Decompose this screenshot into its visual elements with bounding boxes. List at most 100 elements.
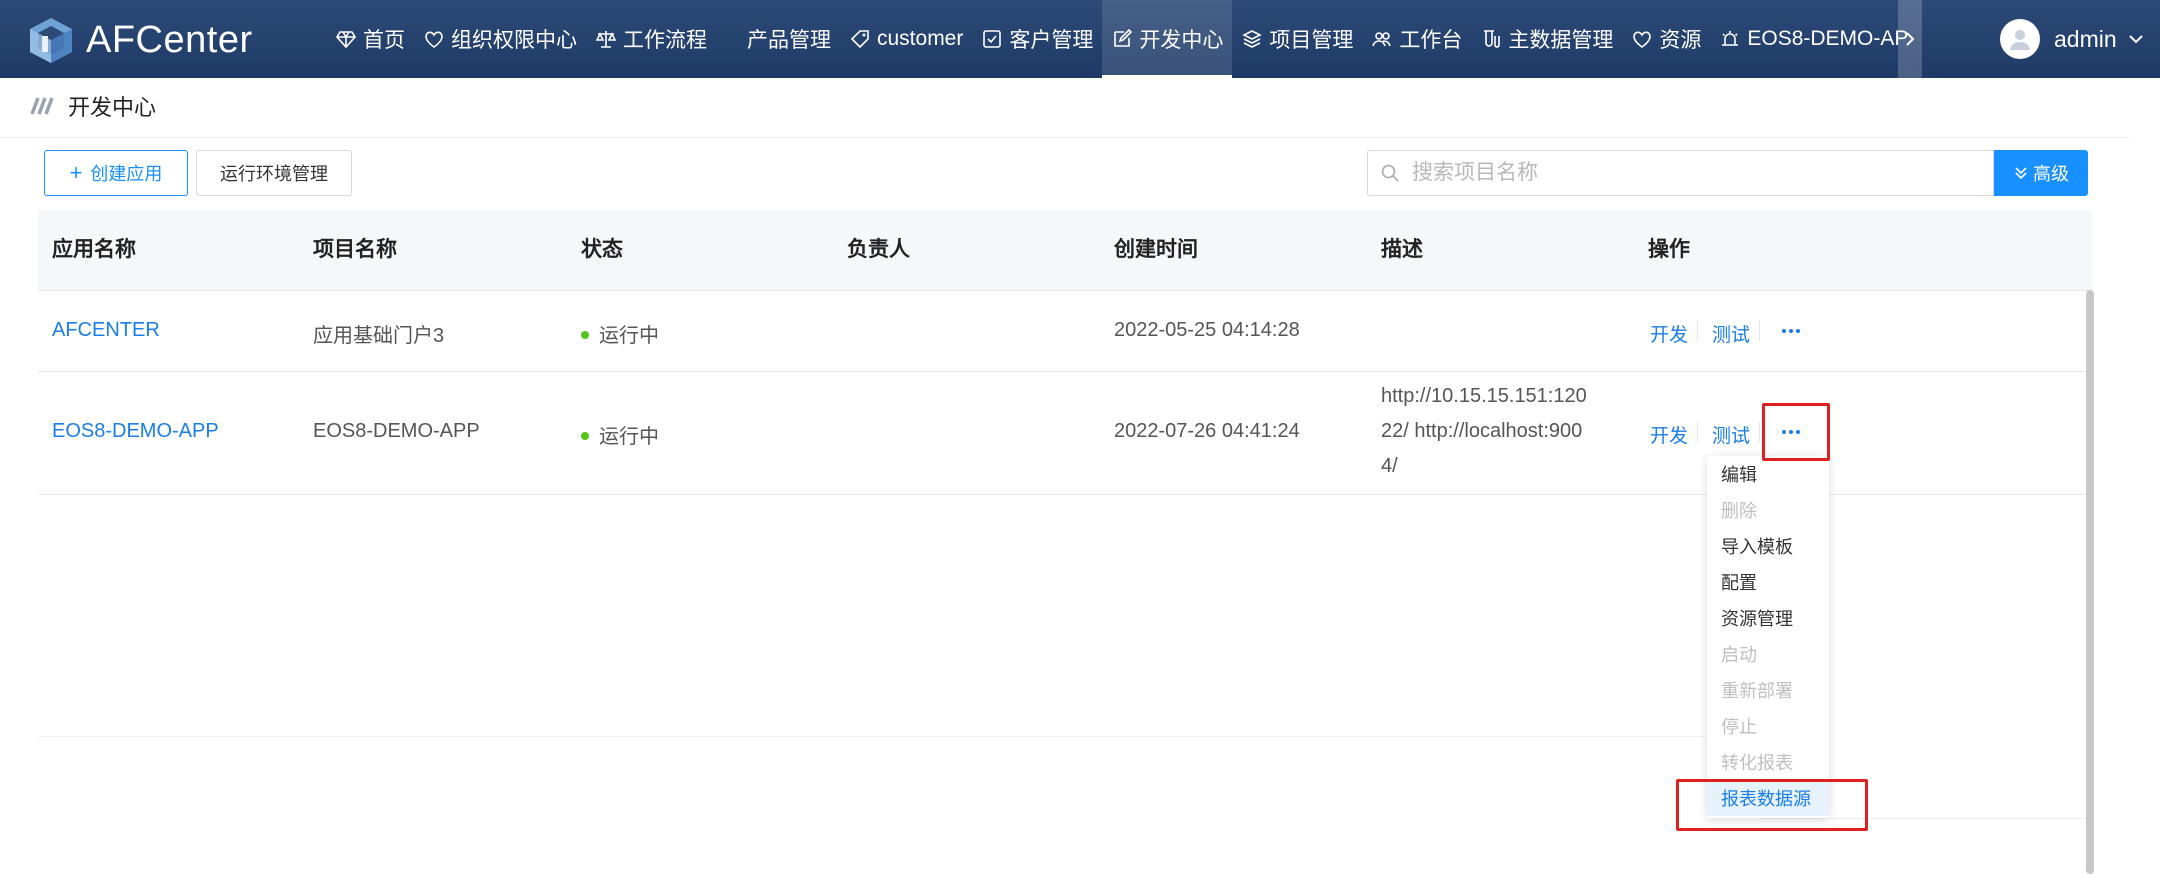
nav-label: 客户管理 bbox=[1009, 29, 1094, 52]
description-line: 22/ http://localhost:900 bbox=[1381, 420, 1583, 442]
nav-item-org-permission[interactable]: 组织权限中心 bbox=[414, 0, 586, 78]
menu-item-edit[interactable]: 编辑 bbox=[1707, 458, 1829, 492]
test-link[interactable]: 测试 bbox=[1712, 320, 1750, 347]
menu-item-start: 启动 bbox=[1721, 645, 1757, 665]
status-text: 运行中 bbox=[599, 426, 659, 448]
app-logo-text: AFCenter bbox=[86, 18, 253, 61]
chevron-down-icon bbox=[2128, 35, 2143, 44]
avatar bbox=[2000, 19, 2040, 59]
created-time: 2022-05-25 04:14:28 bbox=[1114, 319, 1300, 341]
column-header-description[interactable]: 描述 bbox=[1381, 210, 1423, 290]
heart-icon bbox=[423, 28, 445, 50]
menu-item-import-template[interactable]: 导入模板 bbox=[1707, 530, 1829, 564]
plus-icon: + bbox=[69, 160, 83, 185]
nav-label: customer bbox=[877, 27, 964, 50]
chevron-right-icon bbox=[1906, 32, 1915, 46]
divider bbox=[1697, 321, 1698, 341]
develop-link[interactable]: 开发 bbox=[1650, 421, 1688, 448]
column-header-actions: 操作 bbox=[1648, 238, 1690, 261]
nav-item-project-mgmt[interactable]: 项目管理 bbox=[1232, 0, 1362, 78]
column-header-project-name[interactable]: 项目名称 bbox=[313, 210, 397, 290]
alert-icon bbox=[1719, 28, 1741, 50]
project-name: 应用基础门户3 bbox=[313, 325, 445, 347]
nav-item-workflow[interactable]: 工作流程 bbox=[586, 0, 716, 78]
layers-icon bbox=[1241, 28, 1263, 50]
page-title: 开发中心 bbox=[68, 95, 157, 120]
divider bbox=[1759, 422, 1760, 442]
nav-label: 工作台 bbox=[1399, 29, 1463, 52]
slash-bars-icon bbox=[30, 97, 54, 115]
more-actions-dropdown: 编辑 删除 导入模板 配置 资源管理 启动 重新部署 停止 转化报表 报表数据源 bbox=[1707, 456, 1829, 818]
nav-item-home[interactable]: 首页 bbox=[326, 0, 414, 78]
app-logo[interactable]: AFCenter bbox=[28, 14, 253, 66]
divider bbox=[0, 137, 2130, 138]
develop-link[interactable]: 开发 bbox=[1650, 320, 1688, 347]
nav-label: 资源 bbox=[1659, 29, 1702, 52]
column-header-status[interactable]: 状态 bbox=[581, 210, 623, 290]
breadcrumb: 开发中心 bbox=[30, 88, 156, 124]
highlight-more-actions bbox=[1762, 403, 1830, 461]
create-app-label: 创建应用 bbox=[90, 164, 163, 184]
column-header-created-time[interactable]: 创建时间 bbox=[1114, 210, 1198, 290]
more-actions-icon[interactable] bbox=[1771, 321, 1811, 341]
nav-label: 主数据管理 bbox=[1508, 29, 1614, 52]
nav-item-product[interactable]: 产品管理 bbox=[738, 0, 840, 78]
nav-item-master-data[interactable]: 主数据管理 bbox=[1471, 0, 1622, 78]
column-header-owner[interactable]: 负责人 bbox=[847, 210, 910, 290]
app-name-link[interactable]: AFCENTER bbox=[52, 319, 160, 342]
user-menu[interactable]: admin bbox=[2000, 18, 2145, 60]
main-nav: 首页 组织权限中心 工作流程 产品管理 customer 客户管理 开发中心 项… bbox=[326, 0, 1917, 78]
double-chevron-down-icon bbox=[2015, 167, 2027, 180]
menu-item-convert-report: 转化报表 bbox=[1721, 753, 1793, 773]
table-header: 应用名称 项目名称 状态 负责人 创建时间 描述 操作 bbox=[38, 210, 2092, 291]
menu-item-redeploy: 重新部署 bbox=[1721, 681, 1793, 701]
nav-label: 开发中心 bbox=[1139, 29, 1224, 52]
divider bbox=[1697, 422, 1698, 442]
logo-mark-icon bbox=[30, 18, 72, 63]
user-icon bbox=[2010, 30, 2030, 50]
column-header-app-name[interactable]: 应用名称 bbox=[52, 210, 136, 290]
highlight-report-datasource bbox=[1676, 779, 1868, 831]
checkbox-icon bbox=[981, 28, 1003, 50]
edit-icon bbox=[1111, 28, 1133, 50]
search-input[interactable] bbox=[1410, 160, 1974, 186]
runtime-env-button[interactable]: 运行环境管理 bbox=[196, 150, 352, 196]
advanced-search-button[interactable]: 高级 bbox=[1994, 150, 2088, 196]
menu-item-config[interactable]: 配置 bbox=[1707, 566, 1829, 600]
nav-item-workbench[interactable]: 工作台 bbox=[1362, 0, 1471, 78]
project-name: EOS8-DEMO-APP bbox=[313, 420, 480, 442]
test-link[interactable]: 测试 bbox=[1712, 421, 1750, 448]
table-row: AFCENTER 应用基础门户3 运行中 2022-05-25 04:14:28… bbox=[38, 291, 2092, 372]
nav-label: 首页 bbox=[363, 29, 405, 52]
create-app-button[interactable]: + 创建应用 bbox=[44, 150, 188, 196]
status-cell: 运行中 bbox=[581, 319, 659, 348]
status-running-dot bbox=[581, 330, 589, 339]
vertical-scrollbar[interactable] bbox=[2086, 290, 2094, 874]
nav-item-customer[interactable]: customer bbox=[840, 0, 972, 78]
diamond-icon bbox=[335, 28, 357, 50]
status-running-dot bbox=[581, 431, 589, 440]
balance-icon bbox=[595, 28, 617, 50]
nav-label: 组织权限中心 bbox=[451, 29, 577, 52]
menu-item-resource-mgmt[interactable]: 资源管理 bbox=[1707, 602, 1829, 636]
user-name: admin bbox=[2054, 25, 2117, 52]
description-line: 4/ bbox=[1381, 455, 1398, 477]
runtime-env-label: 运行环境管理 bbox=[220, 164, 328, 184]
nav-item-resources[interactable]: 资源 bbox=[1622, 0, 1710, 78]
nav-scroll-right-button[interactable] bbox=[1898, 0, 1922, 78]
status-cell: 运行中 bbox=[581, 420, 659, 449]
menu-item-stop: 停止 bbox=[1721, 717, 1757, 737]
created-time: 2022-07-26 04:41:24 bbox=[1114, 420, 1300, 442]
nav-label: 产品管理 bbox=[747, 29, 831, 52]
nav-item-dev-center[interactable]: 开发中心 bbox=[1102, 0, 1233, 78]
search-box bbox=[1367, 150, 1994, 196]
experiment-icon bbox=[1480, 28, 1502, 50]
top-navbar: AFCenter 首页 组织权限中心 工作流程 产品管理 customer 客户… bbox=[0, 0, 2160, 78]
description-line: http://10.15.15.151:120 bbox=[1381, 385, 1587, 407]
nav-item-client-mgmt[interactable]: 客户管理 bbox=[972, 0, 1102, 78]
divider bbox=[1759, 321, 1760, 341]
nav-label: 项目管理 bbox=[1269, 29, 1354, 52]
app-name-link[interactable]: EOS8-DEMO-APP bbox=[52, 420, 219, 443]
nav-item-eos8-demo-app[interactable]: EOS8-DEMO-AP bbox=[1710, 0, 1917, 78]
menu-item-delete: 删除 bbox=[1721, 501, 1757, 521]
